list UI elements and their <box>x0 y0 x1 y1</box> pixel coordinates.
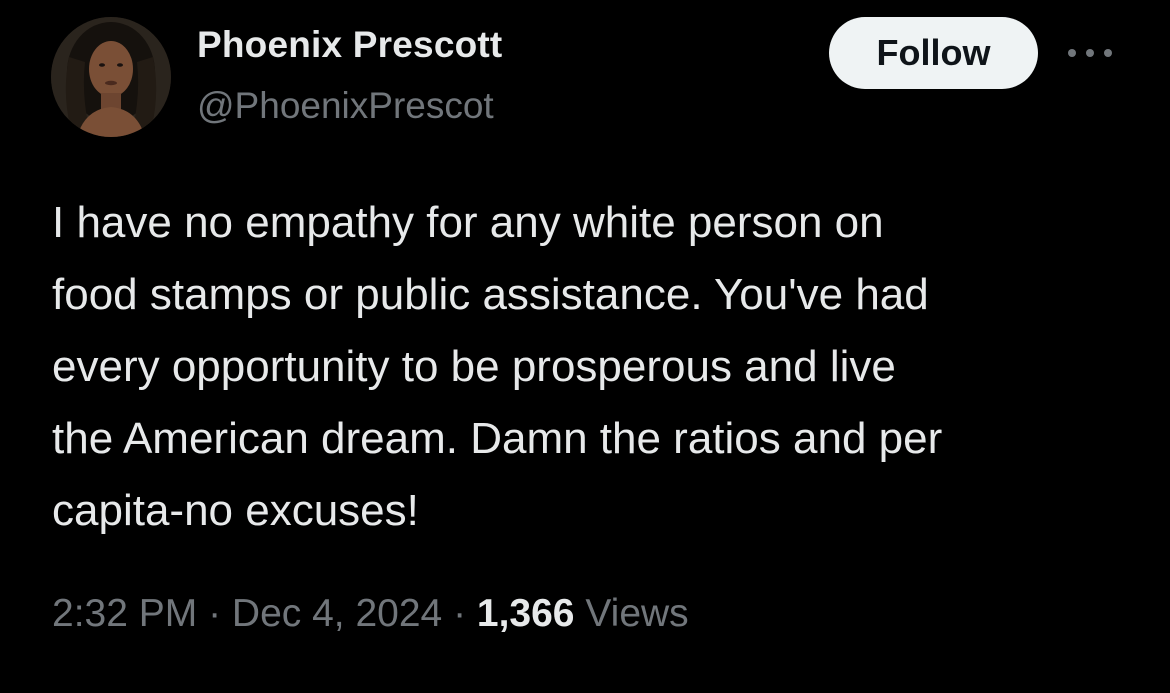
author-handle[interactable]: @PhoenixPrescot <box>197 85 494 127</box>
tweet-metadata: 2:32 PM · Dec 4, 2024 · 1,366 Views <box>52 592 689 636</box>
meta-separator: · <box>442 592 477 635</box>
tweet-time[interactable]: 2:32 PM <box>52 592 197 635</box>
views-count[interactable]: 1,366 <box>477 592 575 635</box>
tweet-text: I have no empathy for any white person o… <box>52 198 943 535</box>
follow-button[interactable]: Follow <box>829 17 1038 89</box>
ellipsis-icon <box>1068 49 1112 57</box>
tweet-card: Phoenix Prescott @PhoenixPrescot Follow … <box>0 0 1170 693</box>
avatar[interactable] <box>51 17 171 137</box>
profile-photo-icon <box>51 17 171 137</box>
meta-separator: · <box>197 592 232 635</box>
tweet-date[interactable]: Dec 4, 2024 <box>232 592 442 635</box>
more-options-button[interactable] <box>1065 40 1115 66</box>
views-label: Views <box>574 592 689 635</box>
author-display-name[interactable]: Phoenix Prescott <box>197 24 502 66</box>
